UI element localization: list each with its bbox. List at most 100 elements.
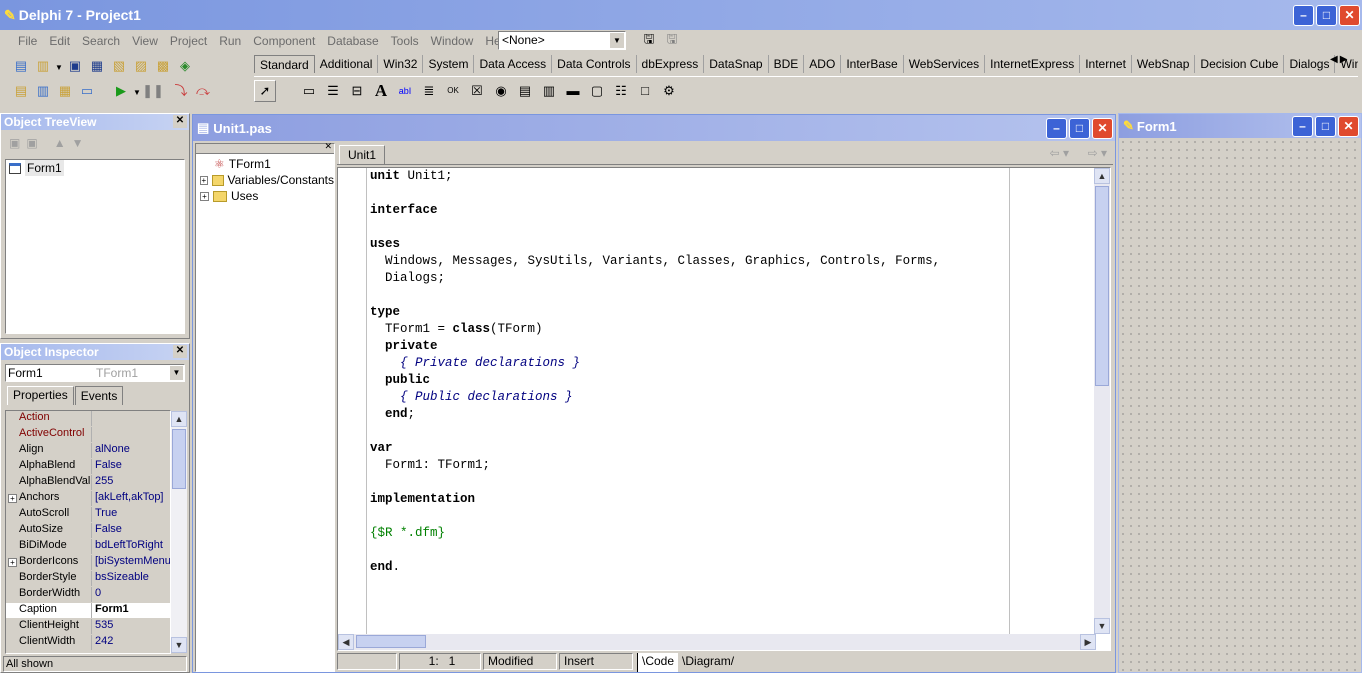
- property-value[interactable]: 242: [92, 635, 170, 650]
- scrollbar-icon[interactable]: ▬: [562, 80, 584, 102]
- main-menu-icon[interactable]: ☰: [322, 80, 344, 102]
- code-line[interactable]: {$R *.dfm}: [370, 525, 940, 542]
- nav-back-icon[interactable]: ⇦ ▾: [1050, 146, 1069, 160]
- code-line[interactable]: [370, 219, 940, 236]
- toggle-form-unit-icon[interactable]: ▦: [54, 80, 76, 102]
- view-unit-icon[interactable]: ▤: [10, 80, 32, 102]
- minimize-button[interactable]: –: [1046, 117, 1067, 139]
- combobox-icon[interactable]: ▥: [538, 80, 560, 102]
- explorer-item[interactable]: + Uses: [196, 188, 334, 204]
- property-row[interactable]: AlphaBlendValu 255: [6, 475, 170, 491]
- maximize-button[interactable]: □: [1069, 117, 1090, 139]
- maximize-button[interactable]: □: [1316, 4, 1337, 26]
- set-debug-desktop-icon[interactable]: 🖫: [661, 30, 683, 52]
- panel-icon[interactable]: □: [634, 80, 656, 102]
- palette-tab-system[interactable]: System: [423, 55, 475, 73]
- arrow-down-icon[interactable]: ▼: [72, 136, 84, 150]
- property-row[interactable]: + Anchors [akLeft,akTop]: [6, 491, 170, 507]
- arrow-right-icon[interactable]: ▶: [1340, 54, 1348, 65]
- arrow-up-icon[interactable]: ▲: [54, 136, 66, 150]
- save-icon[interactable]: ▣: [64, 55, 86, 77]
- code-line[interactable]: var: [370, 440, 940, 457]
- palette-tab-standard[interactable]: Standard: [254, 55, 315, 73]
- code-line[interactable]: [370, 423, 940, 440]
- menu-edit[interactable]: Edit: [43, 34, 76, 48]
- palette-tab-ado[interactable]: ADO: [804, 55, 842, 73]
- code-horizontal-scrollbar[interactable]: ◀ ▶: [338, 634, 1096, 650]
- palette-tab-decision-cube[interactable]: Decision Cube: [1195, 55, 1285, 73]
- radiogroup-icon[interactable]: ☷: [610, 80, 632, 102]
- code-line[interactable]: Form1: TForm1;: [370, 457, 940, 474]
- step-over-icon[interactable]: ⤼: [192, 80, 214, 102]
- explorer-item[interactable]: + Variables/Constants: [196, 172, 334, 188]
- property-value[interactable]: [92, 427, 170, 442]
- property-row[interactable]: ClientHeight 535: [6, 619, 170, 635]
- palette-tab-win32[interactable]: Win32: [378, 55, 424, 73]
- scroll-up-icon[interactable]: ▲: [171, 411, 187, 427]
- code-line[interactable]: private: [370, 338, 940, 355]
- explorer-item[interactable]: ⚛ TForm1: [196, 156, 334, 172]
- menu-database[interactable]: Database: [321, 34, 384, 48]
- frames-icon[interactable]: ▭: [298, 80, 320, 102]
- property-value[interactable]: [92, 411, 170, 426]
- delete-item-icon[interactable]: ▣: [26, 136, 37, 150]
- palette-tab-additional[interactable]: Additional: [315, 55, 379, 73]
- property-value[interactable]: alNone: [92, 443, 170, 458]
- code-line[interactable]: end;: [370, 406, 940, 423]
- scroll-thumb[interactable]: [172, 429, 186, 489]
- property-row[interactable]: + BorderIcons [biSystemMenu,: [6, 555, 170, 571]
- close-icon[interactable]: ✕: [324, 141, 332, 152]
- property-row[interactable]: AutoScroll True: [6, 507, 170, 523]
- code-line[interactable]: Windows, Messages, SysUtils, Variants, C…: [370, 253, 940, 270]
- menu-file[interactable]: File: [12, 34, 43, 48]
- scroll-up-icon[interactable]: ▲: [1094, 168, 1110, 184]
- chevron-down-icon[interactable]: ▼: [610, 33, 624, 48]
- chevron-down-icon[interactable]: ▼: [170, 366, 183, 380]
- save-all-icon[interactable]: ▦: [86, 55, 108, 77]
- scroll-right-icon[interactable]: ▶: [1080, 634, 1096, 650]
- object-inspector-title-bar[interactable]: Object Inspector ✕: [1, 344, 189, 360]
- palette-tab-dialogs[interactable]: Dialogs: [1284, 55, 1336, 73]
- property-row[interactable]: BorderWidth 0: [6, 587, 170, 603]
- view-form-icon[interactable]: ▥: [32, 80, 54, 102]
- checkbox-icon[interactable]: ☒: [466, 80, 488, 102]
- property-value[interactable]: 0: [92, 587, 170, 602]
- memo-icon[interactable]: ≣: [418, 80, 440, 102]
- menu-view[interactable]: View: [126, 34, 164, 48]
- tab-code[interactable]: \Code: [637, 653, 679, 672]
- save-desktop-icon[interactable]: 🖫: [638, 30, 660, 52]
- palette-tab-internetexpress[interactable]: InternetExpress: [985, 55, 1081, 73]
- menu-search[interactable]: Search: [76, 34, 126, 48]
- tab-events[interactable]: Events: [74, 386, 124, 405]
- code-line[interactable]: [370, 287, 940, 304]
- chevron-down-icon[interactable]: ▼: [132, 82, 142, 104]
- property-row[interactable]: BiDiMode bdLeftToRight: [6, 539, 170, 555]
- config-select[interactable]: <None> ▼: [498, 31, 626, 50]
- listbox-icon[interactable]: ▤: [514, 80, 536, 102]
- new-form-icon[interactable]: ▭: [76, 80, 98, 102]
- add-file-icon[interactable]: ▨: [130, 55, 152, 77]
- property-row[interactable]: AutoSize False: [6, 523, 170, 539]
- code-line[interactable]: uses: [370, 236, 940, 253]
- object-treeview-title-bar[interactable]: Object TreeView ✕: [1, 114, 189, 130]
- scroll-left-icon[interactable]: ◀: [338, 634, 354, 650]
- close-icon[interactable]: ✕: [173, 115, 187, 128]
- pause-icon[interactable]: ❚❚: [142, 80, 164, 102]
- property-value[interactable]: [akLeft,akTop]: [92, 491, 170, 506]
- property-value[interactable]: Form1: [92, 603, 170, 618]
- palette-tab-websnap[interactable]: WebSnap: [1132, 55, 1196, 73]
- palette-tab-webservices[interactable]: WebServices: [904, 55, 986, 73]
- radio-button-icon[interactable]: ◉: [490, 80, 512, 102]
- code-line[interactable]: public: [370, 372, 940, 389]
- minimize-button[interactable]: –: [1292, 115, 1313, 137]
- nav-forward-icon[interactable]: ⇨ ▾: [1088, 146, 1107, 160]
- property-value[interactable]: 255: [92, 475, 170, 490]
- menu-project[interactable]: Project: [164, 34, 213, 48]
- popup-menu-icon[interactable]: ⊟: [346, 80, 368, 102]
- scroll-thumb[interactable]: [1095, 186, 1109, 386]
- code-line[interactable]: Dialogs;: [370, 270, 940, 287]
- tab-diagram[interactable]: \Diagram/: [678, 653, 738, 672]
- expand-icon[interactable]: +: [200, 191, 209, 201]
- menu-run[interactable]: Run: [213, 34, 247, 48]
- property-value[interactable]: False: [92, 459, 170, 474]
